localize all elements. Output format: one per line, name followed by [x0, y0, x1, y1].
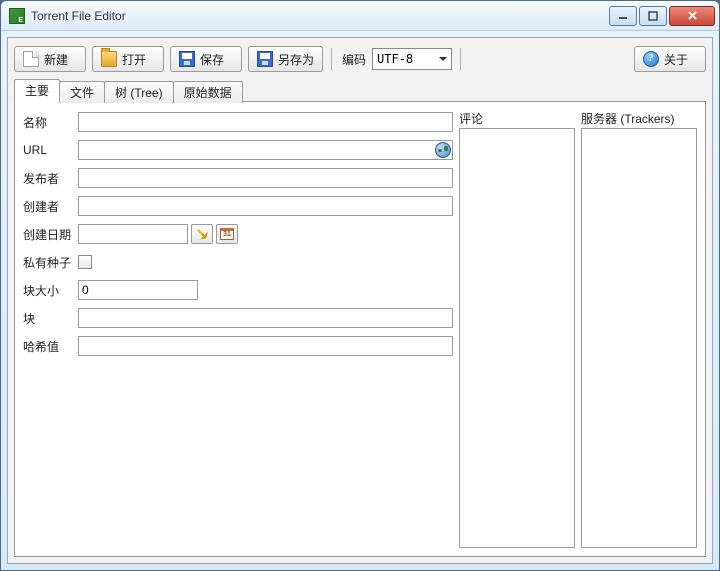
- maximize-button[interactable]: [639, 6, 667, 26]
- encoding-combobox[interactable]: UTF-8: [372, 48, 452, 70]
- save-button-label: 保存: [200, 51, 224, 68]
- close-icon: [687, 10, 698, 21]
- saveas-button[interactable]: 另存为: [248, 46, 323, 72]
- trackers-column: 服务器 (Trackers): [581, 110, 697, 548]
- app-window: Torrent File Editor 新建 打开: [0, 0, 720, 571]
- toolbar-separator: [460, 48, 461, 70]
- encoding-label: 编码: [342, 51, 366, 68]
- hash-label: 哈希值: [23, 338, 78, 355]
- fields-column: 名称 URL 发布者 创建者: [23, 110, 453, 548]
- save-disk-icon: [257, 51, 273, 67]
- about-button-label: 关于: [664, 51, 688, 68]
- open-folder-icon: [101, 51, 117, 67]
- titlebar: Torrent File Editor: [1, 1, 719, 31]
- about-button[interactable]: ? 关于: [634, 46, 706, 72]
- pieces-input[interactable]: [78, 308, 453, 328]
- url-label: URL: [23, 143, 78, 157]
- piecesize-input[interactable]: [78, 280, 198, 300]
- created-date-input[interactable]: [78, 224, 188, 244]
- open-button-label: 打开: [122, 51, 146, 68]
- private-checkbox[interactable]: [78, 255, 92, 269]
- help-icon: ?: [643, 51, 659, 67]
- edit-date-button[interactable]: [191, 224, 213, 244]
- open-button[interactable]: 打开: [92, 46, 164, 72]
- maximize-icon: [648, 11, 658, 21]
- client-area: 新建 打开 保存 另存为 编码 UTF-8 ? 关于: [7, 37, 713, 564]
- name-input[interactable]: [78, 112, 453, 132]
- calendar-button[interactable]: [216, 224, 238, 244]
- tab-tree[interactable]: 树 (Tree): [104, 81, 174, 103]
- created-date-label: 创建日期: [23, 226, 78, 243]
- saveas-button-label: 另存为: [278, 51, 314, 68]
- publisher-input[interactable]: [78, 168, 453, 188]
- tab-strip: 主要 文件 树 (Tree) 原始数据: [14, 78, 706, 102]
- tab-raw[interactable]: 原始数据: [173, 81, 243, 103]
- toolbar: 新建 打开 保存 另存为 编码 UTF-8 ? 关于: [14, 44, 706, 78]
- save-button[interactable]: 保存: [170, 46, 242, 72]
- new-button[interactable]: 新建: [14, 46, 86, 72]
- app-icon: [9, 8, 25, 24]
- pencil-icon: [194, 226, 211, 243]
- new-button-label: 新建: [44, 51, 68, 68]
- minimize-icon: [618, 11, 628, 21]
- comments-listbox[interactable]: [459, 128, 575, 548]
- trackers-label: 服务器 (Trackers): [581, 110, 697, 126]
- private-label: 私有种子: [23, 254, 78, 271]
- tab-file[interactable]: 文件: [59, 81, 105, 103]
- creator-label: 创建者: [23, 198, 78, 215]
- tab-main[interactable]: 主要: [14, 79, 60, 102]
- close-button[interactable]: [669, 6, 715, 26]
- name-label: 名称: [23, 114, 78, 131]
- pieces-label: 块: [23, 310, 78, 327]
- window-controls: [607, 6, 715, 26]
- hash-input[interactable]: [78, 336, 453, 356]
- encoding-value: UTF-8: [377, 52, 413, 66]
- calendar-icon: [220, 228, 234, 240]
- comments-column: 评论: [459, 110, 575, 548]
- toolbar-separator: [331, 48, 332, 70]
- tab-page-main: 名称 URL 发布者 创建者: [14, 101, 706, 557]
- publisher-label: 发布者: [23, 170, 78, 187]
- creator-input[interactable]: [78, 196, 453, 216]
- window-title: Torrent File Editor: [31, 9, 607, 23]
- minimize-button[interactable]: [609, 6, 637, 26]
- url-input[interactable]: [78, 140, 453, 160]
- new-file-icon: [23, 51, 39, 67]
- piecesize-label: 块大小: [23, 282, 78, 299]
- trackers-listbox[interactable]: [581, 128, 697, 548]
- comments-label: 评论: [459, 110, 575, 126]
- save-disk-icon: [179, 51, 195, 67]
- globe-icon[interactable]: [435, 142, 451, 158]
